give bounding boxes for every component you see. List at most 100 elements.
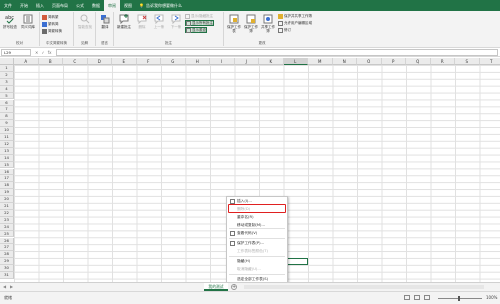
row-header[interactable]: 1 (0, 65, 14, 72)
column-header[interactable]: O (357, 58, 382, 65)
tab-insert[interactable]: 插入 (32, 0, 48, 11)
column-header[interactable]: M (308, 58, 333, 65)
spelling-button[interactable]: abc 拼写检查 (2, 14, 18, 29)
context-menu-item[interactable]: 查看代码(V) (227, 230, 289, 237)
row-header[interactable]: 8 (0, 113, 14, 121)
zoom-level[interactable]: 100% (486, 295, 497, 300)
tab-view[interactable]: 视图 (120, 0, 136, 11)
row-header[interactable]: 20 (0, 196, 14, 203)
page-layout-view-icon[interactable] (414, 295, 420, 300)
context-menu-item[interactable]: 工作表标签颜色(T) (227, 248, 289, 255)
horizontal-scrollbar[interactable] (244, 285, 484, 289)
delete-comment-button[interactable]: 删除 (134, 14, 150, 29)
translate-button[interactable]: 翻译 (97, 14, 113, 29)
column-header[interactable]: A (14, 58, 39, 65)
column-header[interactable]: K (259, 58, 284, 65)
row-header[interactable]: 19 (0, 189, 14, 197)
row-header[interactable]: 5 (0, 92, 14, 100)
protect-sheet-button[interactable]: 保护工作表 (226, 14, 242, 33)
tab-file[interactable]: 文件 (0, 0, 16, 11)
row-header[interactable]: 26 (0, 237, 14, 245)
row-header[interactable]: 4 (0, 85, 14, 93)
fx-icon[interactable]: fx (48, 50, 52, 55)
new-comment-button[interactable]: 新建批注 (116, 14, 132, 29)
scroll-left-icon[interactable]: ◀ (3, 284, 6, 289)
row-header[interactable]: 14 (0, 154, 14, 162)
column-header[interactable]: N (332, 58, 357, 65)
row-header[interactable]: 29 (0, 258, 14, 266)
select-all-corner[interactable] (0, 58, 14, 65)
row-header[interactable]: 21 (0, 203, 14, 210)
row-header[interactable]: 11 (0, 134, 14, 141)
row-header[interactable]: 3 (0, 78, 14, 86)
column-header[interactable]: S (455, 58, 480, 65)
column-header[interactable]: P (381, 58, 406, 65)
cancel-icon[interactable]: ✕ (35, 50, 38, 55)
show-hide-comment-button[interactable]: 显示/隐藏批注 (185, 13, 213, 19)
track-changes-button[interactable]: 修订 (278, 27, 291, 33)
tab-page-layout[interactable]: 页面布局 (48, 0, 72, 11)
column-header[interactable]: B (38, 58, 63, 65)
add-sheet-button[interactable]: + (231, 284, 237, 290)
zoom-slider[interactable] (438, 298, 482, 299)
row-header[interactable]: 6 (0, 99, 14, 107)
show-all-comments-button[interactable]: 显示所有批注 (185, 20, 214, 26)
page-break-view-icon[interactable] (424, 295, 430, 300)
tab-formulas[interactable]: 公式 (72, 0, 88, 11)
tab-home[interactable]: 开始 (16, 0, 32, 11)
row-header[interactable]: 30 (0, 265, 14, 272)
previous-comment-button[interactable]: 上一条 (151, 14, 167, 29)
column-header[interactable]: C (63, 58, 88, 65)
context-menu-item[interactable]: 隐藏(H) (227, 258, 289, 265)
scroll-right-icon[interactable]: ▶ (10, 284, 13, 289)
row-header[interactable]: 22 (0, 209, 14, 217)
enter-icon[interactable]: ✓ (41, 50, 44, 55)
normal-view-icon[interactable] (404, 295, 410, 300)
column-header[interactable]: D (87, 58, 112, 65)
next-comment-button[interactable]: 下一条 (168, 14, 184, 29)
tab-data[interactable]: 数据 (88, 0, 104, 11)
row-header[interactable]: 9 (0, 120, 14, 128)
row-header[interactable]: 10 (0, 127, 14, 134)
zoom-slider-handle[interactable] (458, 296, 460, 301)
show-ink-button[interactable]: 显示墨迹 (185, 27, 207, 33)
to-simplified-button[interactable]: 繁转简 (42, 21, 59, 27)
column-header[interactable]: Q (406, 58, 431, 65)
share-workbook-button[interactable]: 共享工作簿 (260, 14, 276, 33)
tell-me-box[interactable]: 💡 告诉我你想要做什么 (136, 0, 182, 11)
column-header[interactable]: R (430, 58, 455, 65)
column-header[interactable]: J (234, 58, 259, 65)
column-header[interactable]: T (479, 58, 500, 65)
context-menu-item[interactable]: 重命名(R) (227, 214, 289, 221)
formula-input[interactable] (55, 48, 498, 56)
column-header[interactable]: H (185, 58, 210, 65)
context-menu-item[interactable]: 取消隐藏(U)... (227, 266, 289, 273)
row-header[interactable]: 17 (0, 175, 14, 183)
protect-workbook-button[interactable]: 保护工作簿 (243, 14, 259, 33)
row-header[interactable]: 25 (0, 230, 14, 238)
row-header[interactable]: 31 (0, 272, 14, 279)
to-traditional-button[interactable]: 简转繁 (42, 14, 59, 20)
allow-edit-ranges-button[interactable]: 允许用户编辑区域 (278, 20, 312, 26)
row-header[interactable]: 15 (0, 161, 14, 169)
row-header[interactable]: 2 (0, 71, 14, 79)
row-header[interactable]: 24 (0, 223, 14, 231)
row-header[interactable]: 7 (0, 106, 14, 114)
name-box[interactable]: L29 (1, 48, 31, 56)
protect-share-button[interactable]: 保护并共享工作簿 (278, 13, 312, 19)
sheet-tab-active[interactable]: 我的测试 (204, 283, 228, 291)
row-header[interactable]: 23 (0, 216, 14, 224)
row-header[interactable]: 27 (0, 244, 14, 252)
column-header[interactable]: L (283, 58, 308, 65)
column-header[interactable]: F (136, 58, 161, 65)
column-header[interactable]: G (161, 58, 186, 65)
row-header[interactable]: 12 (0, 140, 14, 148)
row-header[interactable]: 16 (0, 168, 14, 176)
column-header[interactable]: I (210, 58, 235, 65)
row-header[interactable]: 28 (0, 251, 14, 259)
smart-lookup-button[interactable]: 智能查找 (77, 14, 93, 29)
tab-review[interactable]: 审阅 (104, 0, 120, 11)
row-header[interactable]: 18 (0, 182, 14, 190)
column-header[interactable]: E (112, 58, 137, 65)
thesaurus-button[interactable]: 同义词库 (20, 14, 36, 29)
